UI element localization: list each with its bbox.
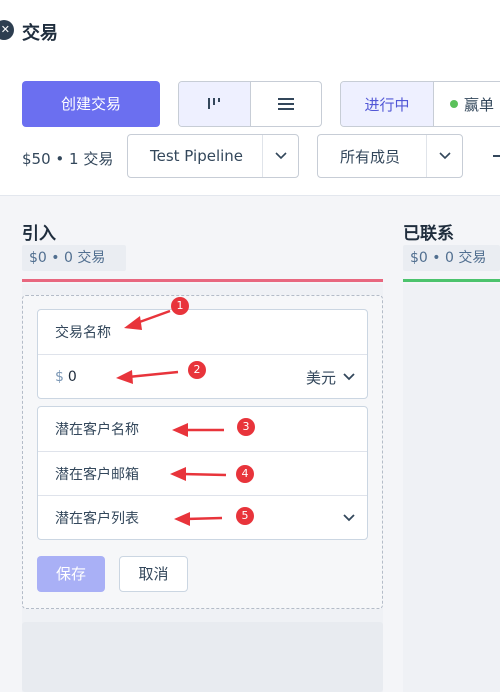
annotation-badge-2: 2: [188, 361, 206, 379]
annotation-badge-4: 4: [236, 465, 254, 483]
annotation-badge-3: 3: [237, 418, 255, 436]
annotation-badge-1: 1: [171, 297, 189, 315]
annotation-badge-5: 5: [236, 507, 254, 525]
annotation-arrows: [116, 309, 227, 526]
